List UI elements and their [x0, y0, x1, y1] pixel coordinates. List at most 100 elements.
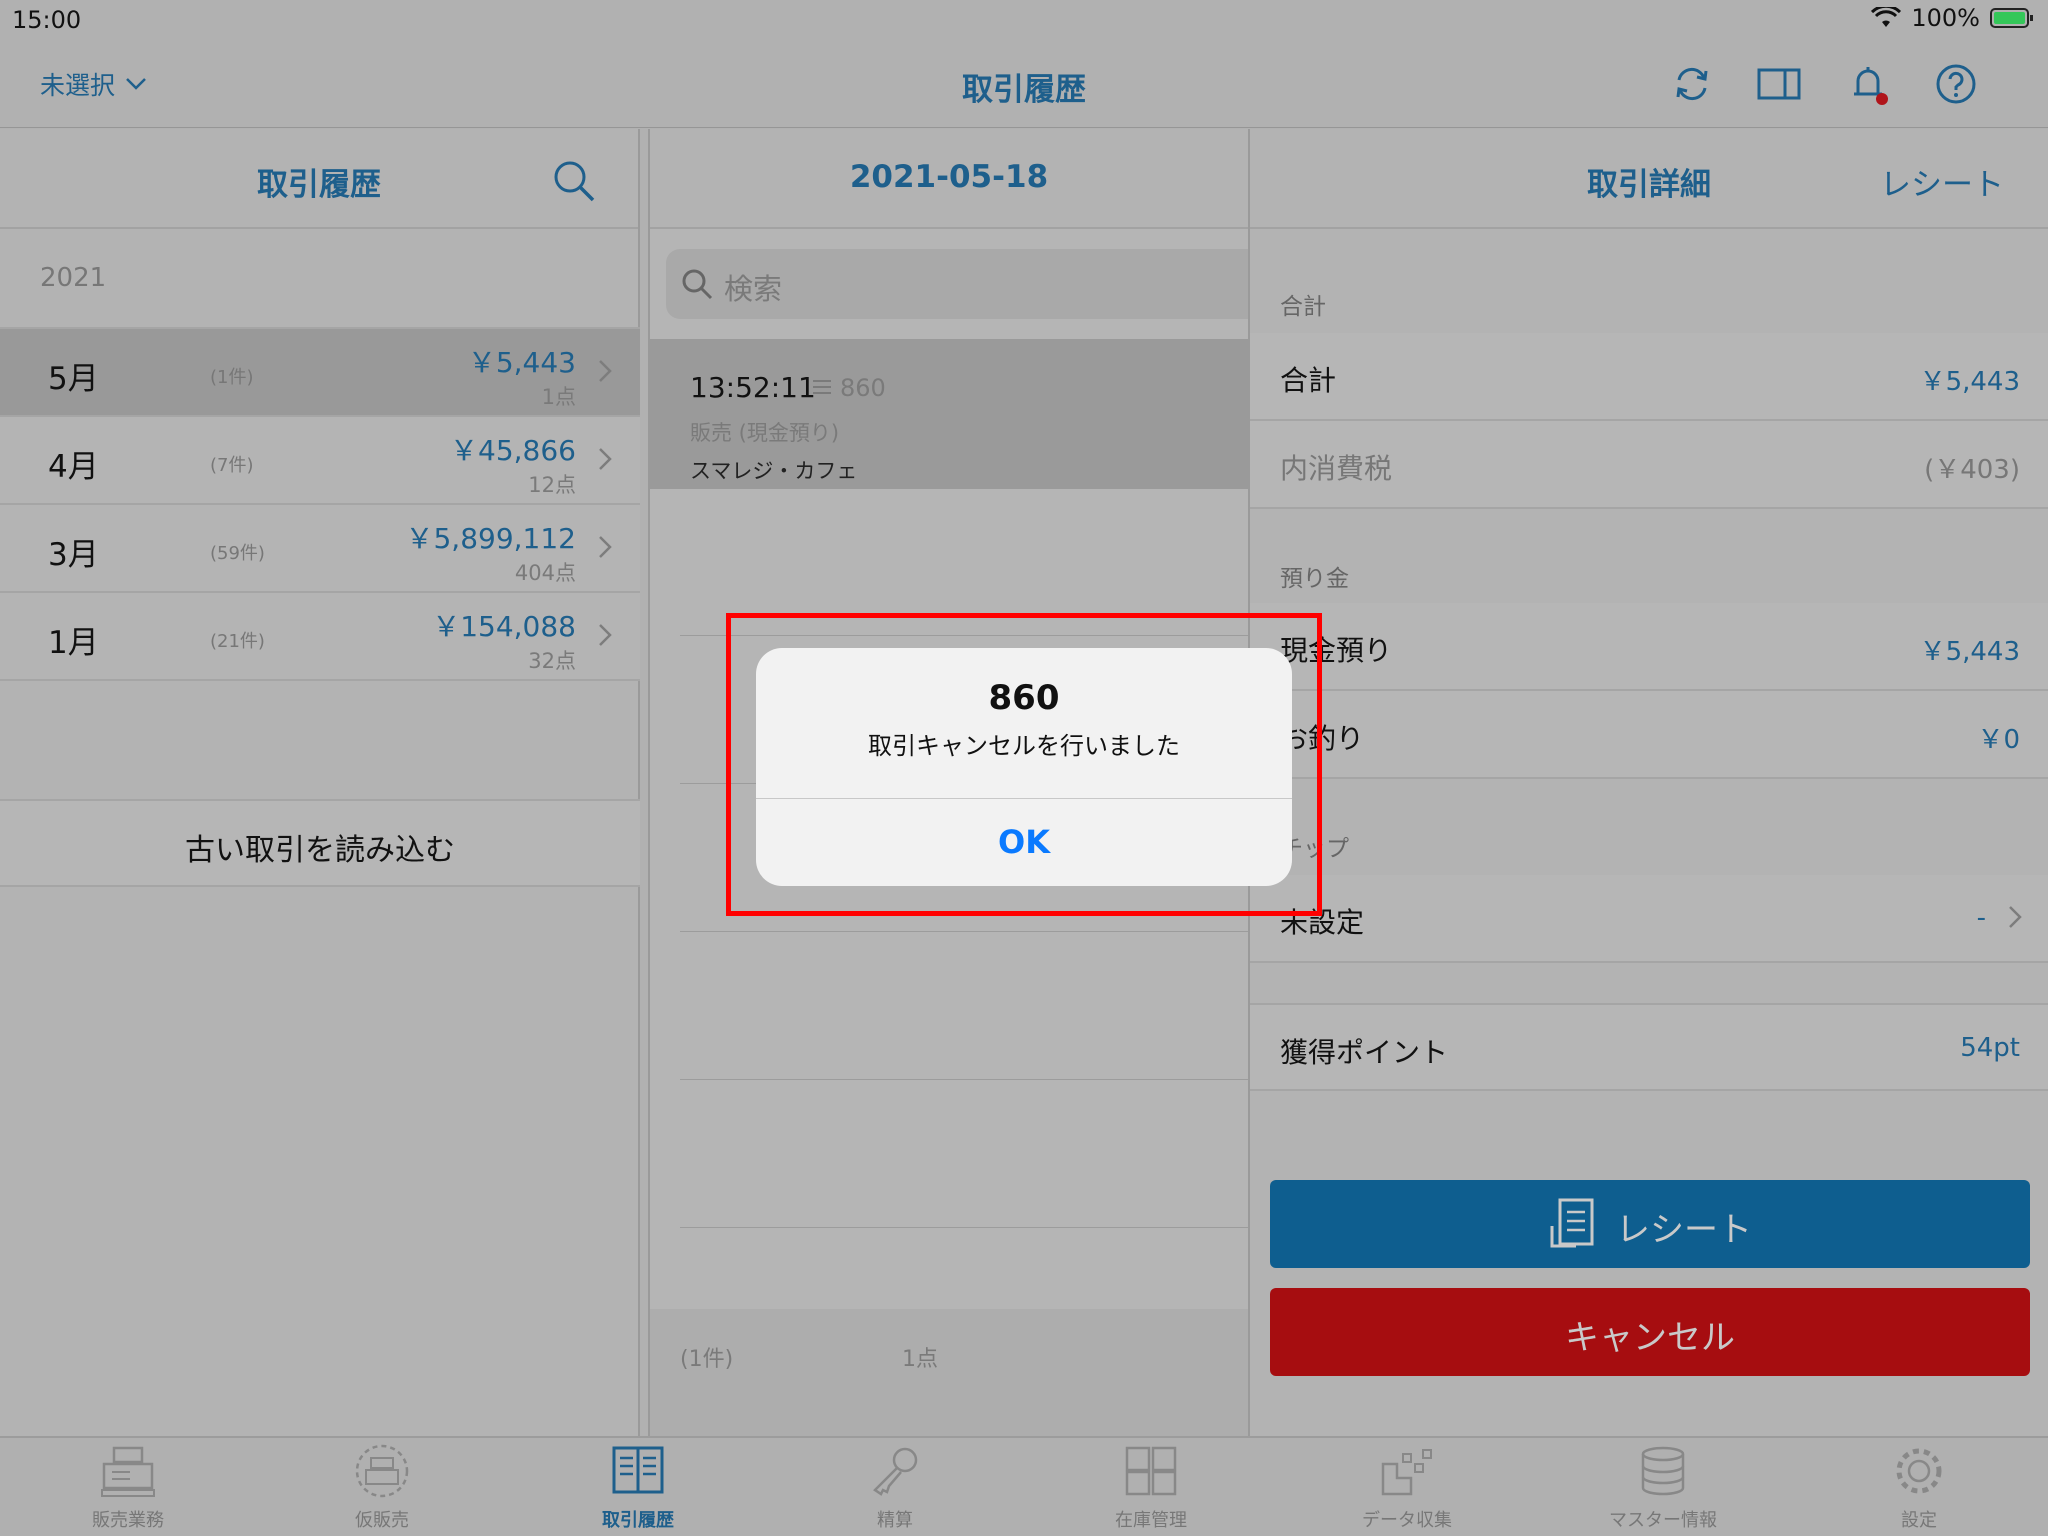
database-icon — [1641, 1446, 1685, 1496]
points-label: 獲得ポイント — [1280, 1036, 1449, 1069]
search-icon — [682, 269, 713, 300]
month-count: (21件) — [210, 631, 265, 652]
chevron-right-icon — [2009, 906, 2022, 928]
highlight-box — [726, 613, 1322, 916]
temp-sale-icon — [355, 1444, 409, 1498]
points-value: 54pt — [1960, 1033, 2020, 1063]
total-section-header: 合計 — [1280, 294, 1326, 320]
detail-panel: 取引詳細 レシート 合計 合計 ￥5,443 内消費税 (￥403) 預り金 現… — [1248, 129, 2048, 1436]
tab-inventory[interactable]: 在庫管理 — [1071, 1444, 1231, 1532]
refresh-icon[interactable] — [1670, 62, 1714, 106]
tab-label: マスター情報 — [1609, 1510, 1717, 1531]
cancel-button-label: キャンセル — [1565, 1318, 1735, 1358]
search-field[interactable]: 検索 — [666, 249, 1266, 319]
day-footer: (1件) 1点 — [650, 1309, 1250, 1436]
cancel-button[interactable]: キャンセル — [1270, 1288, 2030, 1376]
month-amount: ￥45,866 — [450, 434, 576, 467]
battery-percent: 100% — [1911, 4, 1980, 32]
change-value: ￥0 — [1977, 725, 2020, 755]
chevron-right-icon — [599, 448, 612, 470]
tab-temp-sale[interactable]: 仮販売 — [302, 1444, 462, 1532]
month-row[interactable]: 5月 (1件) ￥5,443 1点 — [0, 329, 640, 417]
month-points: 404点 — [514, 561, 576, 585]
history-panel-title: 取引履歴 — [257, 167, 381, 203]
total-value: ￥5,443 — [1919, 367, 2020, 397]
receipt-link[interactable]: レシート — [1880, 159, 2004, 204]
status-bar: 15:00 100% — [0, 0, 2048, 40]
chevron-right-icon — [599, 624, 612, 646]
list-icon — [813, 380, 831, 394]
history-book-icon — [612, 1446, 664, 1494]
gear-icon — [1896, 1448, 1942, 1494]
divider — [680, 1227, 1250, 1228]
transaction-type: 販売 (現金預り) — [690, 421, 840, 445]
tab-label: 在庫管理 — [1115, 1510, 1187, 1531]
detail-panel-header: 取引詳細 レシート — [1250, 129, 2048, 229]
month-row[interactable]: 4月 (7件) ￥45,866 12点 — [0, 417, 640, 505]
month-row[interactable]: 1月 (21件) ￥154,088 32点 — [0, 593, 640, 681]
tab-settlement[interactable]: 精算 — [815, 1444, 975, 1532]
total-row: 合計 ￥5,443 — [1250, 333, 2048, 421]
tab-master-info[interactable]: マスター情報 — [1583, 1444, 1743, 1532]
tip-value: - — [1976, 903, 1986, 933]
receipt-button-label: レシート — [1616, 1210, 1752, 1250]
month-amount: ￥5,443 — [467, 346, 576, 379]
cash-row: 現金預り ￥5,443 — [1250, 603, 2048, 691]
deposit-section-header: 預り金 — [1280, 566, 1349, 592]
month-count: (7件) — [210, 455, 254, 476]
notification-bell-icon[interactable] — [1846, 62, 1890, 106]
tab-sales[interactable]: 販売業務 — [48, 1444, 208, 1532]
tab-label: 取引履歴 — [602, 1510, 674, 1531]
month-label: 1月 — [48, 625, 99, 661]
cash-value: ￥5,443 — [1919, 637, 2020, 667]
divider — [680, 1079, 1250, 1080]
month-amount: ￥5,899,112 — [405, 522, 576, 555]
status-right: 100% — [1871, 4, 2034, 32]
month-points: 1点 — [541, 385, 576, 409]
transaction-id: 860 — [840, 374, 886, 402]
tab-bar: 販売業務 仮販売 取引履歴 精算 在庫管理 データ収集 マスター情報 設定 — [0, 1436, 2048, 1536]
tab-label: データ収集 — [1362, 1510, 1452, 1531]
tax-value: (￥403) — [1924, 455, 2020, 485]
help-icon[interactable] — [1934, 62, 1978, 106]
wifi-icon — [1871, 7, 1902, 27]
total-label: 合計 — [1280, 364, 1337, 397]
key-icon — [873, 1447, 918, 1496]
month-count: (1件) — [210, 367, 254, 388]
day-panel-header: 2021-05-18 — [650, 129, 1248, 229]
history-panel: 取引履歴 2021 5月 (1件) ￥5,443 1点 4月 (7件) ￥45,… — [0, 129, 640, 1436]
divider — [680, 931, 1250, 932]
day-panel-date: 2021-05-18 — [849, 159, 1049, 195]
load-older-button[interactable]: 古い取引を読み込む — [0, 799, 640, 887]
month-row[interactable]: 3月 (59件) ￥5,899,112 404点 — [0, 505, 640, 593]
change-row: お釣り ￥0 — [1250, 691, 2048, 779]
tab-settings[interactable]: 設定 — [1839, 1444, 1999, 1532]
tip-row[interactable]: 未設定 - — [1250, 875, 2048, 963]
data-collect-icon — [1381, 1449, 1432, 1496]
status-time: 15:00 — [12, 6, 82, 34]
inventory-icon — [1125, 1446, 1177, 1496]
month-label: 4月 — [48, 449, 99, 485]
year-header: 2021 — [40, 263, 107, 293]
tab-data-collect[interactable]: データ収集 — [1327, 1444, 1487, 1532]
tab-label: 仮販売 — [355, 1510, 409, 1531]
month-label: 5月 — [48, 361, 99, 397]
search-icon[interactable] — [552, 159, 596, 203]
month-count: (59件) — [210, 543, 265, 564]
transaction-row[interactable]: 13:52:11 860 販売 (現金預り) スマレジ・カフェ — [650, 339, 1250, 489]
battery-icon — [1990, 8, 2033, 28]
tab-label: 販売業務 — [92, 1510, 164, 1531]
register-icon — [101, 1446, 155, 1497]
footer-count: (1件) — [680, 1347, 734, 1372]
receipt-button[interactable]: レシート — [1270, 1180, 2030, 1268]
tax-label: 内消費税 — [1280, 452, 1393, 485]
chevron-right-icon — [599, 360, 612, 382]
tab-label: 設定 — [1901, 1510, 1937, 1531]
nav-bar: 未選択 取引履歴 — [0, 40, 2048, 128]
split-view-icon[interactable] — [1757, 62, 1801, 106]
points-row: 獲得ポイント 54pt — [1250, 1003, 2048, 1091]
month-points: 12点 — [528, 473, 576, 497]
tab-history[interactable]: 取引履歴 — [558, 1444, 718, 1532]
month-amount: ￥154,088 — [432, 610, 576, 643]
footer-points: 1点 — [902, 1347, 938, 1372]
